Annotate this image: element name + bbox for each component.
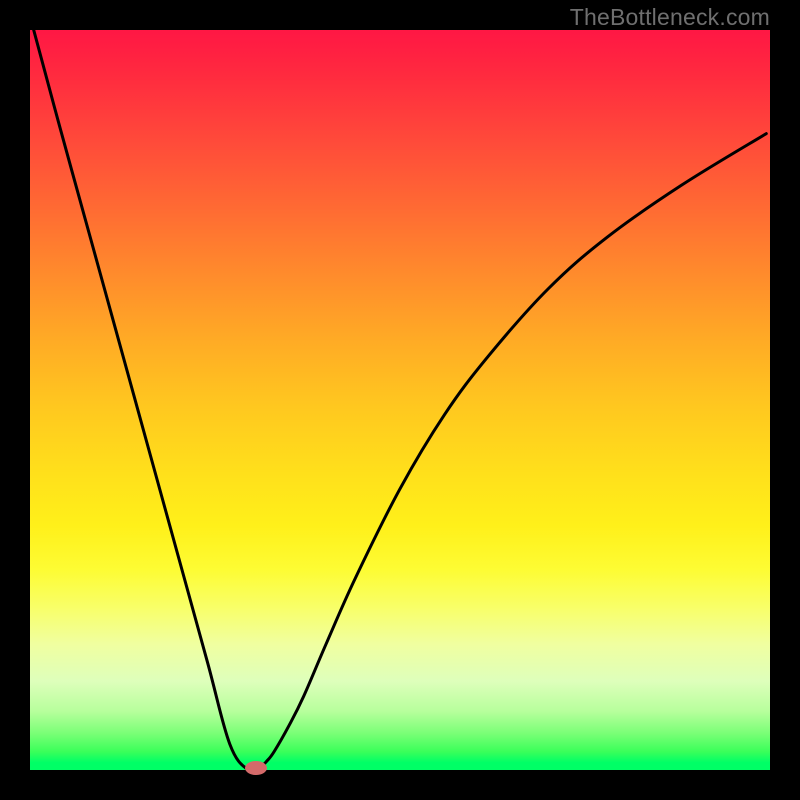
chart-plot-area bbox=[30, 30, 770, 770]
chart-curve bbox=[30, 30, 770, 770]
optimal-point-marker bbox=[245, 761, 267, 775]
bottleneck-curve-path bbox=[34, 30, 767, 770]
watermark-text: TheBottleneck.com bbox=[570, 4, 770, 31]
